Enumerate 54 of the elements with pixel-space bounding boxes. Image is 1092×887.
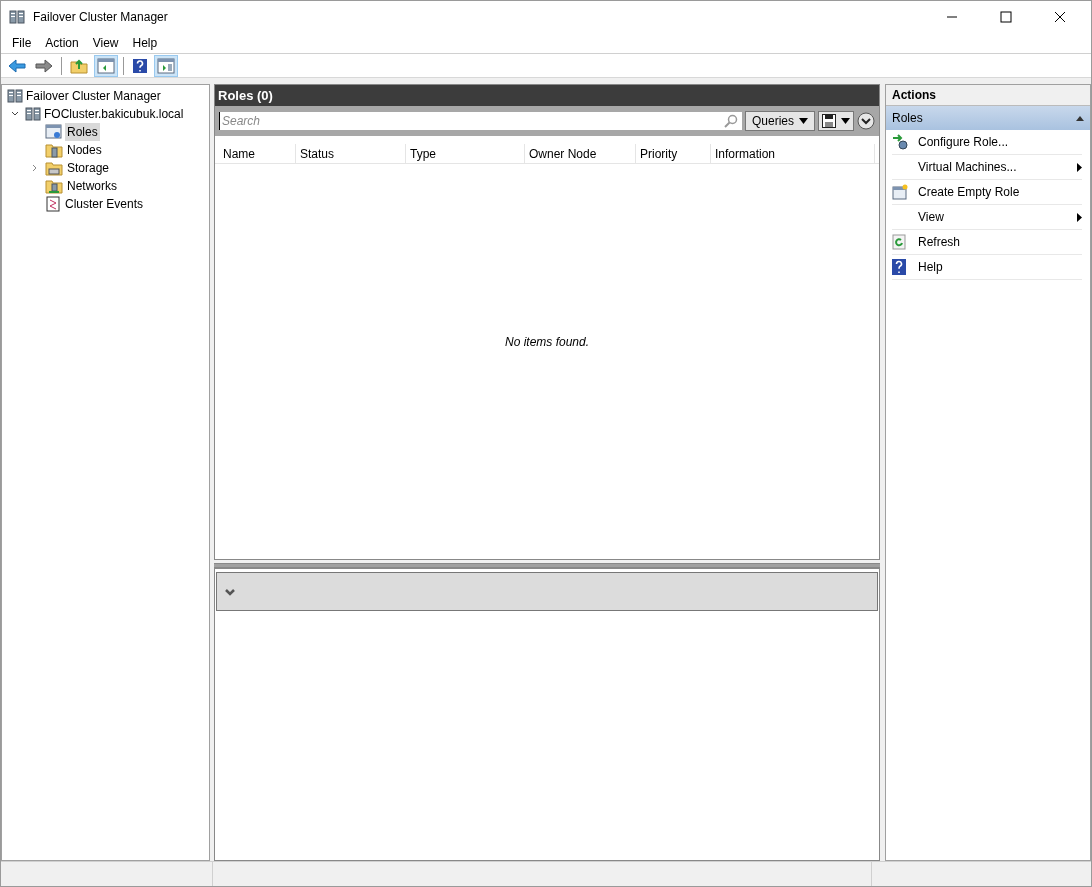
tree-item[interactable]: Failover Cluster Manager: [26, 87, 161, 105]
search-field[interactable]: Search: [219, 112, 742, 130]
chevron-down-icon[interactable]: [225, 587, 235, 596]
menu-item[interactable]: View: [85, 33, 126, 52]
tree-item[interactable]: FOCluster.bakicubuk.local: [44, 105, 184, 123]
section-header[interactable]: Roles: [892, 109, 923, 127]
tree-item[interactable]: Roles: [65, 123, 100, 141]
window-title: Failover Cluster Manager: [33, 8, 168, 26]
chevron-icon[interactable]: [11, 110, 19, 118]
caret-icon: [841, 118, 850, 124]
expand-circle-icon[interactable]: [857, 112, 875, 130]
menu-item[interactable]: File: [5, 33, 39, 52]
pane-command-link[interactable]: Help: [918, 258, 1082, 276]
search-icon: [723, 114, 738, 128]
column-header[interactable]: Information: [711, 144, 875, 163]
menu-item[interactable]: Help: [125, 33, 165, 52]
queries-button[interactable]: Queries: [744, 111, 815, 131]
forward-arrow-icon: [35, 58, 53, 73]
pane-command-link[interactable]: Create Empty Role: [918, 183, 1082, 201]
collapse-icon[interactable]: [1076, 115, 1084, 121]
pane-command-link[interactable]: Virtual Machines...: [918, 158, 1077, 176]
column-header[interactable]: Priority: [636, 144, 711, 163]
window-gear-icon: [45, 124, 63, 140]
caret-icon: [799, 118, 808, 124]
column-header[interactable]: Owner Node: [525, 144, 636, 163]
event-log-icon: [45, 196, 61, 212]
server-cluster-icon: [9, 8, 25, 25]
tree-item[interactable]: Cluster Events: [63, 195, 146, 213]
column-header[interactable]: Status: [296, 144, 406, 163]
pane-header: Roles (0): [215, 85, 879, 106]
folder-network-icon: [45, 178, 63, 194]
server-cluster-icon: [7, 88, 23, 104]
server-cluster-icon: [25, 106, 41, 122]
help-icon: [892, 259, 906, 275]
refresh-icon: [892, 234, 906, 250]
folder-up-icon: [70, 57, 88, 74]
back-arrow-icon: [8, 58, 26, 73]
pane-command-link[interactable]: Refresh: [918, 233, 1082, 251]
pane-command-link[interactable]: View: [918, 208, 1077, 226]
tree-item[interactable]: Nodes: [65, 141, 104, 159]
actions-header: Actions: [886, 85, 1090, 106]
empty-message: No items found.: [504, 333, 589, 351]
tree-item[interactable]: Storage: [65, 159, 112, 177]
column-header[interactable]: Name: [219, 144, 296, 163]
tree-pane-icon: [97, 57, 115, 74]
menu-item[interactable]: Action: [38, 33, 86, 52]
action-pane-icon: [157, 57, 175, 74]
gear-arrows-icon: [892, 134, 908, 150]
pane-command-link[interactable]: Configure Role...: [918, 133, 1082, 151]
save-query-button[interactable]: [818, 111, 854, 131]
folder-server-icon: [45, 142, 63, 158]
column-header[interactable]: Type: [406, 144, 525, 163]
tree-item[interactable]: Networks: [65, 177, 119, 195]
help-icon: [132, 57, 148, 74]
